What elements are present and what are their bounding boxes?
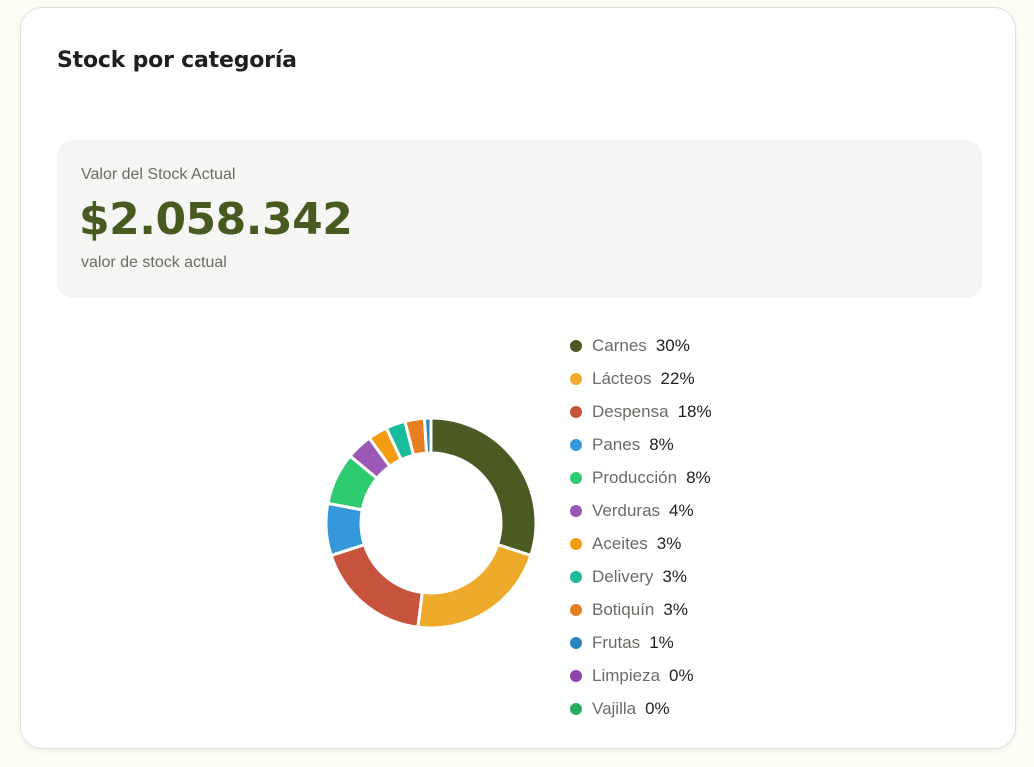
- legend-swatch: [570, 702, 582, 715]
- legend-percent: 8%: [686, 467, 711, 487]
- legend-item-lacteos: Lácteos 22%: [570, 362, 712, 395]
- legend-swatch: [570, 438, 582, 451]
- legend-item-limpieza: Limpieza 0%: [570, 659, 712, 692]
- legend-item-aceites: Aceites 3%: [570, 527, 712, 560]
- legend-swatch: [570, 372, 582, 385]
- legend-item-produccion: Producción 8%: [570, 461, 712, 494]
- legend-percent: 18%: [677, 401, 712, 421]
- donut-slice-despensa[interactable]: [329, 542, 424, 629]
- legend-swatch: [570, 669, 582, 682]
- legend-label: Verduras: [592, 500, 661, 520]
- legend-swatch: [570, 504, 582, 517]
- stock-category-card: Stock por categoría Valor del Stock Actu…: [20, 7, 1016, 749]
- legend-label: Limpieza: [592, 665, 661, 685]
- donut-slice-frutas[interactable]: [422, 416, 433, 455]
- legend-item-botiquin: Botiquín 3%: [570, 593, 712, 626]
- legend-percent: 0%: [669, 665, 694, 685]
- legend-label: Aceites: [592, 533, 648, 553]
- stock-label: Valor del Stock Actual: [81, 166, 236, 183]
- legend-label: Frutas: [592, 632, 641, 652]
- stock-value: $2.058.342: [79, 194, 353, 245]
- legend-swatch: [570, 537, 582, 550]
- chart-legend: Carnes 30% Lácteos 22% Despensa 18% Panes 8% Pro…: [570, 329, 712, 725]
- card-title: Stock por categoría: [57, 48, 297, 73]
- legend-label: Producción: [592, 467, 678, 487]
- legend-swatch: [570, 570, 582, 583]
- legend-label: Delivery: [592, 566, 654, 586]
- legend-percent: 1%: [649, 632, 674, 652]
- legend-item-frutas: Frutas 1%: [570, 626, 712, 659]
- legend-label: Despensa: [592, 401, 669, 421]
- legend-label: Vajilla: [592, 698, 637, 718]
- legend-item-carnes: Carnes 30%: [570, 329, 712, 362]
- legend-label: Botiquín: [592, 599, 655, 619]
- legend-percent: 22%: [660, 368, 695, 388]
- legend-percent: 3%: [663, 599, 688, 619]
- legend-swatch: [570, 405, 582, 418]
- legend-swatch: [570, 636, 582, 649]
- legend-percent: 30%: [655, 335, 690, 355]
- category-donut-chart: [324, 416, 538, 630]
- donut-slice-carnes[interactable]: [429, 416, 538, 558]
- legend-swatch: [570, 603, 582, 616]
- donut-slice-lacteos[interactable]: [416, 542, 533, 630]
- legend-label: Lácteos: [592, 368, 652, 388]
- legend-percent: 8%: [649, 434, 674, 454]
- legend-item-delivery: Delivery 3%: [570, 560, 712, 593]
- legend-percent: 0%: [645, 698, 670, 718]
- legend-item-vajilla: Vajilla 0%: [570, 692, 712, 725]
- legend-swatch: [570, 471, 582, 484]
- legend-percent: 4%: [669, 500, 694, 520]
- legend-item-despensa: Despensa 18%: [570, 395, 712, 428]
- legend-label: Panes: [592, 434, 641, 454]
- legend-swatch: [570, 339, 582, 352]
- stock-sublabel: valor de stock actual: [81, 254, 227, 271]
- legend-item-verduras: Verduras 4%: [570, 494, 712, 527]
- legend-label: Carnes: [592, 335, 647, 355]
- donut-slice-panes[interactable]: [324, 501, 367, 558]
- legend-percent: 3%: [662, 566, 687, 586]
- stock-summary-box: Valor del Stock Actual $2.058.342 valor …: [57, 140, 982, 298]
- legend-item-panes: Panes 8%: [570, 428, 712, 461]
- legend-percent: 3%: [656, 533, 682, 553]
